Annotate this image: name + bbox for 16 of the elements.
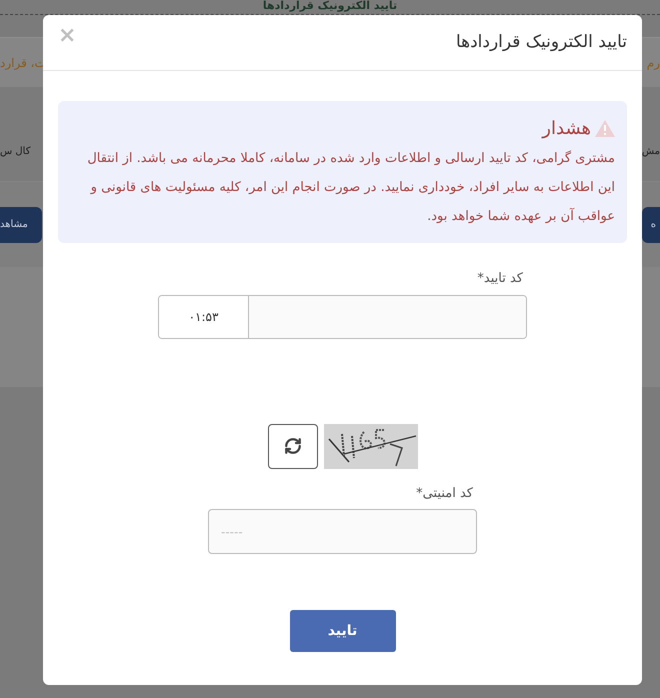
modal-title: تایید الکترونیک قراردادها xyxy=(456,30,627,54)
page-title: تایید الکترونیک قراردادها xyxy=(262,0,398,12)
notice-text: رم xyxy=(646,54,660,72)
alert-title: هشدار xyxy=(542,117,591,141)
action-button[interactable]: ه xyxy=(642,206,660,242)
view-button[interactable]: مشاهد xyxy=(0,206,42,242)
confirm-button[interactable]: تایید xyxy=(290,610,396,652)
section-heading: مش xyxy=(642,145,660,159)
field-label: کد تایید* xyxy=(476,270,524,288)
section-heading: کال س xyxy=(0,145,30,159)
refresh-button[interactable] xyxy=(268,424,318,468)
refresh-icon xyxy=(284,437,302,455)
security-code-field[interactable]: ----- xyxy=(208,509,477,554)
alert-message: مشتری گرامی، کد تایید ارسالی و اطلاعات وارد شده در سامانه، کاملا محرمانه می باشد. از انتقال این اطلاعات به سایر افراد، خودداری نمایید. در صورت انجام این امر، کلیه مسئولیت های قانونی و عواقب آن بر عهده شما خواهد بود. xyxy=(86,150,615,226)
field-label: کد امنیتی* xyxy=(415,484,474,502)
warning-icon xyxy=(595,120,615,137)
